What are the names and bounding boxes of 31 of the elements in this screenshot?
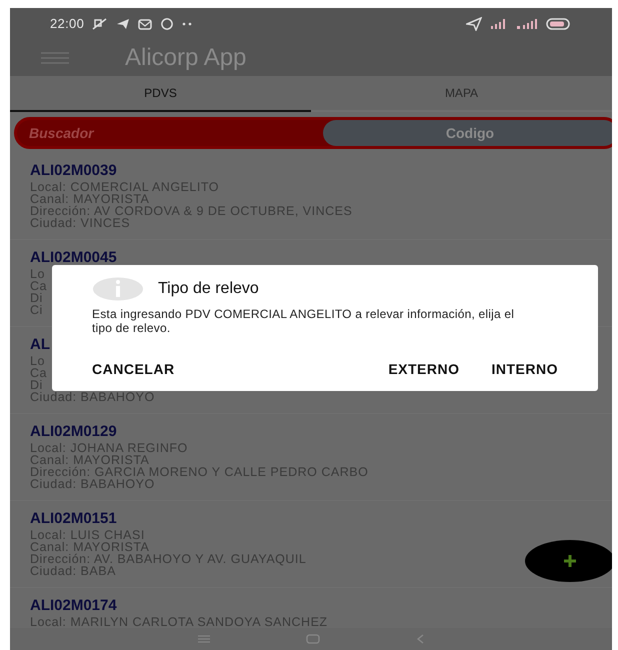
battery-icon — [546, 18, 572, 30]
signal-icon — [516, 18, 538, 30]
dots-icon — [182, 22, 192, 26]
pdv-code[interactable]: ALI02M0045 — [30, 248, 117, 268]
dialog-button[interactable]: EXTERNO — [388, 359, 460, 380]
dialog-button[interactable]: INTERNO — [492, 359, 558, 380]
tab[interactable]: MAPA — [311, 76, 612, 112]
dialog-title: Tipo de relevo — [158, 279, 259, 299]
back-icon[interactable] — [416, 634, 424, 644]
tab[interactable]: PDVS — [10, 76, 311, 112]
menu-icon[interactable] — [40, 52, 70, 64]
pdv-code[interactable]: AL — [30, 335, 50, 355]
signal-icon — [490, 19, 508, 29]
toggle-option[interactable]: Buscador — [17, 120, 323, 146]
toggle-option[interactable]: Codigo — [323, 120, 612, 146]
pdv-code[interactable]: ALI02M0039 — [30, 161, 117, 181]
mail-icon — [138, 18, 152, 30]
mute-icon — [92, 18, 108, 30]
pdv-code[interactable]: ALI02M0174 — [30, 596, 117, 616]
home-icon[interactable] — [306, 634, 320, 644]
dialog-button[interactable]: CANCELAR — [92, 359, 175, 380]
send-icon — [116, 18, 130, 30]
info-icon — [92, 277, 144, 301]
location-arrow-icon — [466, 17, 482, 31]
plus-icon — [563, 554, 577, 568]
dialog-message: Esta ingresando PDV COMERCIAL ANGELITO a relevar información, elija el tipo de relevo. — [92, 307, 516, 335]
menu-icon[interactable] — [198, 635, 210, 643]
status-time: 22:00 — [50, 15, 84, 34]
add-button[interactable] — [525, 540, 612, 582]
pdv-code[interactable]: ALI02M0151 — [30, 509, 117, 529]
pdv-code[interactable]: ALI02M0129 — [30, 422, 117, 442]
